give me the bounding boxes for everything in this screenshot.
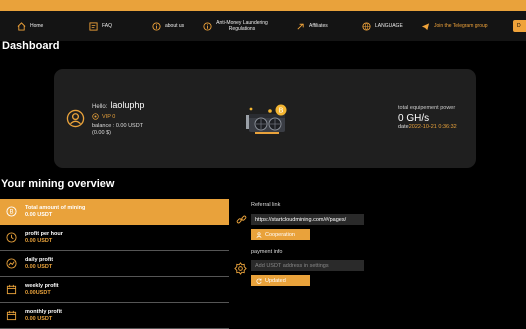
link-icon [236, 215, 247, 224]
total-power-label: total equipement power [398, 105, 456, 111]
calendar-icon [6, 310, 17, 321]
referral-title: Referral link [251, 202, 281, 208]
mining-value: 0.00 USDT [25, 237, 53, 244]
payment-info-title: payment info [251, 249, 283, 255]
nav-affiliates[interactable]: Affiliates [296, 11, 328, 41]
telegram-icon [421, 22, 430, 31]
nav-home[interactable]: Home [17, 11, 43, 41]
nav-faq-label: FAQ [102, 23, 113, 29]
mining-row-weekly[interactable]: weekly profit 0.00USDT [0, 277, 229, 303]
mining-label: profit per hour [25, 230, 63, 237]
vip-level: VIP 0 [102, 113, 116, 120]
cooperation-button[interactable]: Cooperation [251, 229, 310, 240]
user-icon [66, 109, 85, 128]
mining-row-hourly[interactable]: profit per hour 0.00 USDT [0, 225, 229, 251]
mining-row-total[interactable]: B Total amount of mining 0.00 USDT [0, 199, 229, 225]
mining-label: daily profit [25, 256, 54, 263]
date-line: date2022-10-21 0:36:32 [398, 124, 457, 130]
nav-aml-label: Anti-Money Laundering Regulations [216, 20, 268, 32]
nav-cta-button[interactable]: D [513, 20, 526, 32]
mining-value: 0.00 USDT [25, 263, 53, 270]
clock-icon [6, 232, 17, 243]
svg-text:B: B [279, 107, 284, 115]
gpu-mining-illustration: B [246, 104, 287, 134]
home-icon [17, 21, 26, 31]
date-label: date [398, 124, 409, 130]
refresh-icon [256, 278, 262, 284]
nav-faq[interactable]: FAQ [89, 11, 112, 41]
nav-aml[interactable]: Anti-Money Laundering Regulations [203, 11, 268, 41]
nav-about-label: about us [165, 23, 185, 29]
mining-value: 0.00 USDT [25, 211, 53, 218]
mining-value: 0.00 USDT [25, 315, 53, 322]
mining-overview-title: Your mining overview [1, 178, 115, 190]
calendar-icon [6, 284, 17, 295]
updated-button-label: Updated [265, 277, 286, 284]
mining-value: 0.00USDT [25, 289, 51, 296]
mining-row-daily[interactable]: daily profit 0.00 USDT [0, 251, 229, 277]
nav-home-label: Home [30, 23, 44, 29]
vip-badge: VIP 0 [92, 113, 115, 120]
link-icon [296, 22, 305, 31]
referral-link-field[interactable]: https://startcloudmining.com/#/pages/ [251, 214, 364, 225]
nav-language-label: LANGUAGE [375, 23, 403, 29]
vip-icon [92, 113, 99, 120]
top-accent-bar [0, 0, 526, 11]
svg-text:B: B [9, 209, 13, 216]
greeting-label: Hello: [92, 104, 108, 110]
mining-row-monthly[interactable]: monthly profit 0.00 USDT [0, 303, 229, 329]
mining-overview-list: B Total amount of mining 0.00 USDT profit… [0, 199, 229, 329]
mining-label: Total amount of mining [25, 204, 86, 211]
updated-button[interactable]: Updated [251, 275, 310, 286]
balance: balance : 0.00 USDT (0.00 $) [92, 123, 143, 137]
info-icon [152, 21, 161, 31]
greeting: Hello: laoluphp [92, 100, 144, 110]
top-navigation: Home FAQ about us Anti-Money Laundering … [0, 11, 526, 41]
info-icon [203, 21, 212, 31]
faq-icon [89, 21, 98, 31]
account-summary-card: Hello: laoluphp VIP 0 balance : 0.00 USDT… [54, 69, 476, 168]
user-icon [256, 231, 262, 238]
nav-about[interactable]: about us [152, 11, 184, 41]
nav-affiliates-label: Affiliates [309, 23, 328, 29]
globe-icon [362, 21, 371, 31]
mining-label: monthly profit [25, 308, 62, 315]
balance-usd: (0.00 $) [92, 130, 111, 136]
chart-icon [6, 258, 17, 269]
page-title: Dashboard [2, 40, 60, 52]
usdt-address-input[interactable]: Add USDT address in settings [251, 260, 364, 271]
bitcoin-icon: B [6, 206, 17, 217]
balance-usdt: balance : 0.00 USDT [92, 123, 144, 129]
mining-label: weekly profit [25, 282, 59, 289]
nav-telegram-label: Join the Telegram group [434, 23, 488, 29]
cooperation-button-label: Cooperation [265, 231, 295, 238]
total-power-value: 0 GH/s [398, 113, 430, 124]
nav-language[interactable]: LANGUAGE [362, 11, 403, 41]
nav-telegram[interactable]: Join the Telegram group [421, 11, 488, 41]
settings-icon [234, 262, 247, 275]
date-value: 2022-10-21 0:36:32 [408, 124, 457, 130]
username: laoluphp [110, 100, 145, 110]
